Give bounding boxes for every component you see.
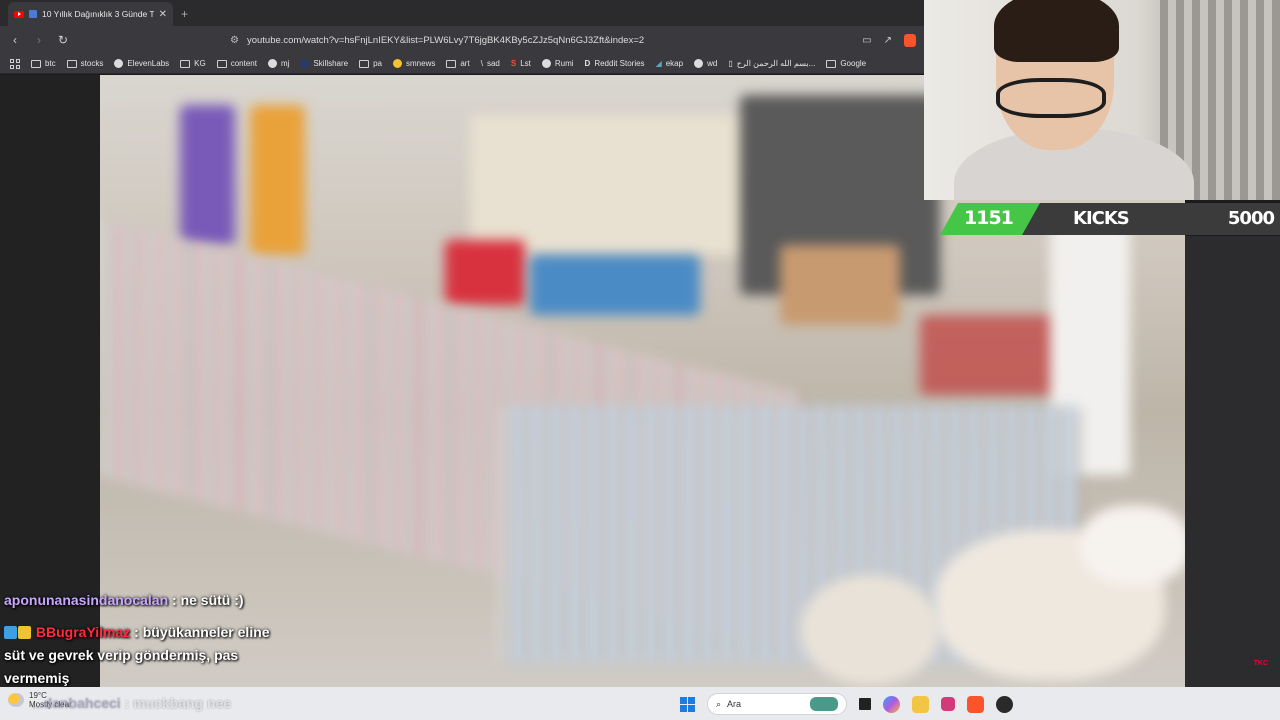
ekap-icon: ◢ — [655, 59, 662, 68]
chat-username: BBugraYilmaz — [35, 624, 131, 640]
bookmark-arabic[interactable]: ▯ بسم الله الرحمن الرح... — [728, 59, 815, 68]
folder-icon — [216, 59, 227, 68]
folder-icon — [446, 59, 457, 68]
weather-icon — [8, 693, 24, 707]
copilot-icon[interactable] — [883, 695, 900, 713]
chat-username: ...danbahceci — [32, 695, 121, 711]
screen: 10 Yıllık Dağınıklık 3 Günde T... ✕ + ‹ … — [0, 0, 1280, 720]
browser-tab[interactable]: 10 Yıllık Dağınıklık 3 Günde T... ✕ — [8, 2, 173, 26]
forward-icon[interactable]: › — [32, 33, 46, 47]
snipping-tool-icon[interactable] — [941, 697, 955, 711]
folder-icon — [359, 59, 370, 68]
tab-title: 10 Yıllık Dağınıklık 3 Günde T... — [42, 9, 154, 19]
chat-text: : ne sütü :) — [168, 592, 244, 608]
bookmark-sad[interactable]: \ sad — [481, 59, 500, 68]
bookmark-smnews[interactable]: smnews — [393, 59, 435, 68]
address-bar[interactable]: ⚙ youtube.com/watch?v=hsFnjLnIEKY&list=P… — [220, 30, 853, 50]
bookmark-reddit-stories[interactable]: D Reddit Stories — [585, 59, 645, 68]
bookmark-stocks[interactable]: stocks — [66, 59, 103, 68]
faded-chat-message: ...danbahceci : muckbang nee — [32, 695, 231, 711]
url-text: youtube.com/watch?v=hsFnjLnIEKY&list=PLW… — [246, 34, 645, 46]
search-icon: ⌕ — [716, 698, 722, 709]
slash-icon: \ — [480, 59, 483, 68]
obs-icon[interactable] — [996, 695, 1013, 713]
share-icon[interactable]: ↗ — [884, 35, 892, 46]
kicks-count: 1151 — [964, 207, 1014, 229]
chat-text-cont: süt ve gevrek verip göndermiş, pas — [4, 647, 239, 663]
bookmark-ekap[interactable]: ◢ ekap — [656, 59, 684, 68]
crown-badge-icon — [18, 626, 31, 639]
chat-text: : muckbang nee — [120, 695, 232, 711]
close-tab-icon[interactable]: ✕ — [159, 9, 167, 20]
bookmark-skillshare[interactable]: Skillshare — [300, 59, 348, 68]
verified-badge-icon — [4, 626, 17, 639]
chat-text: : büyükanneler eline — [130, 624, 270, 640]
bookmark-content[interactable]: content — [216, 59, 257, 68]
bookmark-elevenlabs[interactable]: ElevenLabs — [114, 59, 169, 68]
bookmark-art[interactable]: art — [446, 59, 470, 68]
kicks-label: KICKS — [1073, 208, 1130, 229]
brave-shield-icon[interactable] — [904, 33, 916, 47]
bookmark-wd[interactable]: wd — [694, 59, 717, 68]
folder-icon — [180, 59, 191, 68]
search-placeholder: Ara — [727, 699, 742, 709]
browser-toolbar: ‹ › ↻ ⚙ youtube.com/watch?v=hsFnjLnIEKY&… — [0, 26, 924, 54]
taskbar-search[interactable]: ⌕ Ara — [707, 693, 847, 715]
bookmark-pa[interactable]: pa — [359, 59, 382, 68]
elevenlabs-icon — [114, 59, 124, 68]
new-tab-button[interactable]: + — [181, 7, 188, 21]
tab-strip: 10 Yıllık Dağınıklık 3 Günde T... ✕ + — [0, 0, 924, 26]
stream-side-panel — [1185, 236, 1280, 720]
d-icon: D — [584, 59, 591, 68]
chat-username: aponunanasindanocalan — [4, 592, 169, 608]
bookmark-btc[interactable]: btc — [31, 59, 56, 68]
youtube-icon — [14, 10, 24, 18]
apps-icon[interactable] — [10, 58, 20, 69]
smnews-icon — [393, 59, 403, 68]
bookmarks-bar: btc stocks ElevenLabs KG content mj Skil… — [0, 54, 924, 74]
search-highlight-icon — [810, 697, 838, 711]
skillshare-icon — [300, 59, 310, 68]
chat-text-cont: vermemiş — [4, 670, 70, 686]
bookmark-kg[interactable]: KG — [180, 59, 206, 68]
bookmark-rumi[interactable]: Rumi — [541, 59, 574, 68]
bookmark-google[interactable]: Google — [826, 59, 866, 68]
chat-message: aponunanasindanocalan : ne sütü :) — [4, 592, 244, 608]
back-icon[interactable]: ‹ — [8, 33, 22, 47]
brave-browser-icon[interactable] — [967, 695, 984, 713]
rumi-icon — [541, 59, 551, 68]
s-icon: S — [510, 59, 517, 68]
folder-icon — [826, 59, 837, 68]
start-icon[interactable] — [680, 696, 695, 712]
wd-icon — [694, 59, 704, 68]
folder-icon — [66, 59, 77, 68]
page-icon: ▯ — [728, 59, 733, 68]
taskbar: 19°C Mostly clear ...danbahceci : muckba… — [0, 687, 1280, 720]
bookmark-mj[interactable]: mj — [267, 59, 289, 68]
bookmark-lst[interactable]: S Lst — [511, 59, 531, 68]
kicks-goal: 5000 — [1227, 208, 1275, 229]
watermark-logo: TKC — [1253, 660, 1268, 667]
task-view-icon[interactable] — [859, 698, 871, 710]
site-settings-icon[interactable]: ⚙ — [230, 35, 239, 46]
folder-icon — [31, 59, 41, 68]
tab-group-icon — [29, 10, 37, 18]
file-explorer-icon[interactable] — [912, 695, 929, 713]
github-icon — [267, 59, 277, 68]
cast-icon[interactable]: ▭ — [862, 35, 871, 46]
kicks-goal-bar: 1151 KICKS 5000 — [940, 203, 1280, 235]
webcam-overlay — [924, 0, 1280, 200]
chat-message: BBugraYilmaz : büyükanneler eline süt ve… — [4, 621, 270, 690]
reload-icon[interactable]: ↻ — [56, 33, 70, 47]
